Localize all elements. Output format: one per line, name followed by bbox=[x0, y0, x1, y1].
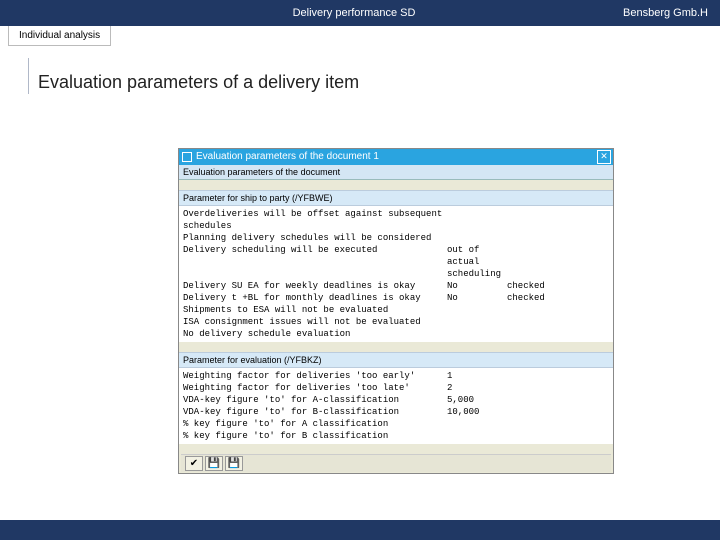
table-row: % key figure 'to' for A classification bbox=[183, 418, 609, 430]
sap-window-titlebar: Evaluation parameters of the document 1 … bbox=[179, 149, 613, 165]
close-icon[interactable]: ✕ bbox=[597, 150, 611, 164]
table-row: Delivery SU EA for weekly deadlines is o… bbox=[183, 280, 609, 292]
table-row: VDA-key figure 'to' for B-classification… bbox=[183, 406, 609, 418]
blank-band bbox=[179, 342, 613, 352]
section1-header: Parameter for ship to party (/YFBWE) bbox=[179, 190, 613, 206]
section2-body: Weighting factor for deliveries 'too ear… bbox=[179, 368, 613, 444]
window-icon bbox=[182, 152, 192, 162]
table-row: ISA consignment issues will not be evalu… bbox=[183, 316, 609, 328]
table-row: Delivery t +BL for monthly deadlines is … bbox=[183, 292, 609, 304]
sap-window: Evaluation parameters of the document 1 … bbox=[178, 148, 614, 474]
header-title: Delivery performance SD bbox=[177, 7, 531, 19]
table-row: % key figure 'to' for B classification bbox=[183, 430, 609, 442]
table-row: Overdeliveries will be offset against su… bbox=[183, 208, 609, 232]
sap-sub-title: Evaluation parameters of the document bbox=[179, 165, 613, 180]
check-icon: ✔ bbox=[190, 458, 198, 469]
page-title: Evaluation parameters of a delivery item bbox=[38, 72, 720, 93]
table-row: VDA-key figure 'to' for A-classification… bbox=[183, 394, 609, 406]
tab-individual-analysis[interactable]: Individual analysis bbox=[8, 26, 111, 46]
table-row: No delivery schedule evaluation bbox=[183, 328, 609, 340]
footer-bar bbox=[0, 520, 720, 540]
confirm-button[interactable]: ✔ bbox=[185, 456, 203, 471]
blank-band bbox=[179, 180, 613, 190]
header-company: Bensberg Gmb.H bbox=[531, 7, 720, 19]
table-row: Planning delivery schedules will be cons… bbox=[183, 232, 609, 244]
save-button[interactable]: 💾 bbox=[205, 456, 223, 471]
section2-header: Parameter for evaluation (/YFBKZ) bbox=[179, 352, 613, 368]
save-icon: 💾 bbox=[208, 458, 220, 469]
sap-window-title-text: Evaluation parameters of the document 1 bbox=[196, 149, 379, 165]
save-icon: 💾 bbox=[228, 458, 240, 469]
table-row: Weighting factor for deliveries 'too lat… bbox=[183, 382, 609, 394]
table-row: Delivery scheduling will be executedout … bbox=[183, 244, 609, 280]
save-as-button[interactable]: 💾 bbox=[225, 456, 243, 471]
section1-body: Overdeliveries will be offset against su… bbox=[179, 206, 613, 342]
table-row: Shipments to ESA will not be evaluated bbox=[183, 304, 609, 316]
header-bar: Delivery performance SD Bensberg Gmb.H bbox=[0, 0, 720, 26]
sap-toolbar: ✔ 💾 💾 bbox=[181, 454, 611, 472]
title-rule bbox=[28, 58, 29, 94]
table-row: Weighting factor for deliveries 'too ear… bbox=[183, 370, 609, 382]
